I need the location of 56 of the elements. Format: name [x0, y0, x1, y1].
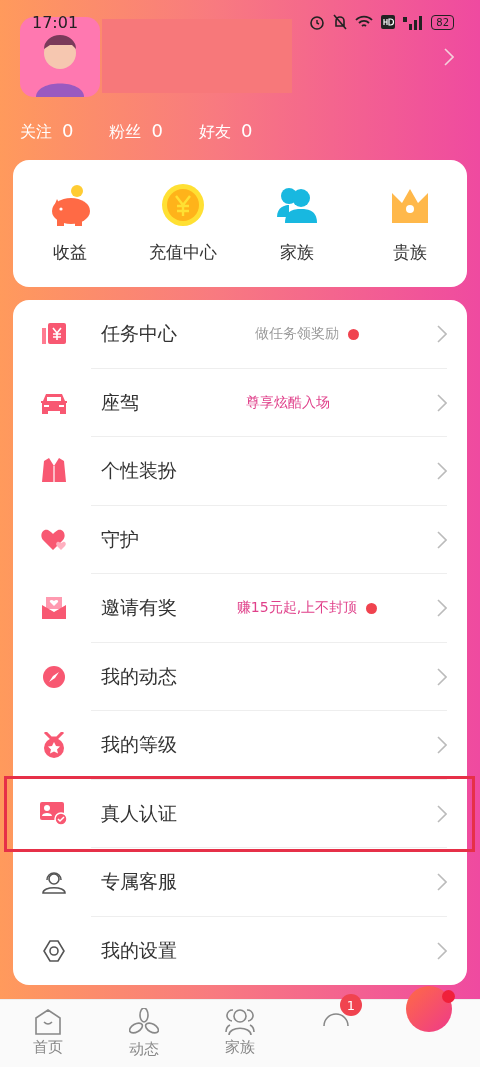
menu-item[interactable]: 真人认证 [101, 800, 177, 827]
muted-bell-icon [333, 14, 348, 30]
headset-person-icon [42, 870, 66, 895]
nav-tab[interactable]: 动态 [129, 1040, 159, 1059]
medal-icon [43, 732, 65, 759]
menu-item[interactable]: 守护 [101, 526, 139, 553]
menu-hint: 赚15元起,上不封顶 [236, 599, 358, 618]
car-icon [41, 391, 67, 414]
chevron-right-icon [437, 736, 447, 755]
chevron-right-icon [437, 941, 447, 960]
people-icon [225, 1008, 255, 1036]
battery-level: 82 [431, 14, 454, 30]
menu-item[interactable]: 我的设置 [101, 937, 177, 964]
chevron-right-icon [437, 530, 447, 549]
signal-icon [403, 14, 424, 30]
unread-badge: 1 [340, 994, 362, 1016]
menu-item[interactable]: 专属客服 [101, 869, 177, 896]
crown-icon [390, 187, 431, 223]
menu-item[interactable]: 个性装扮 [101, 458, 177, 485]
chevron-right-icon [437, 325, 447, 344]
chevron-right-icon [437, 393, 447, 412]
compass-icon [42, 664, 66, 689]
hd-icon [381, 15, 396, 29]
menu-hint: 做任务领奖励 [255, 325, 339, 344]
shortcut-label[interactable]: 贵族 [393, 241, 428, 264]
chevron-right-icon [437, 667, 447, 686]
menu-item[interactable]: 我的动态 [101, 663, 177, 690]
shortcut-label[interactable]: 家族 [279, 241, 314, 264]
chevron-right-icon [437, 599, 447, 618]
chevron-right-icon [437, 804, 447, 823]
yuan-coin-icon [161, 183, 206, 227]
id-card-icon [40, 801, 68, 826]
jacket-icon [42, 458, 66, 485]
yuan-card-icon [42, 322, 66, 347]
menu-item[interactable]: 邀请有奖 [101, 595, 177, 622]
hearts-icon [41, 527, 67, 552]
shortcut-label[interactable]: 充值中心 [149, 241, 218, 264]
people-icon [276, 187, 317, 223]
nav-tab[interactable]: 家族 [225, 1038, 255, 1057]
chevron-right-icon[interactable] [444, 48, 454, 66]
menu-item[interactable]: 我的等级 [101, 732, 177, 759]
wifi-icon [355, 15, 374, 29]
chevron-right-icon [437, 873, 447, 892]
home-icon [34, 1008, 62, 1036]
shortcut-label[interactable]: 收益 [52, 241, 87, 264]
alarm-icon [309, 14, 326, 30]
chevron-right-icon [437, 462, 447, 481]
menu-item[interactable]: 任务中心 [101, 321, 177, 348]
menu-hint: 尊享炫酷入场 [246, 393, 330, 412]
call-button[interactable] [406, 986, 452, 1032]
clock-time: 17:01 [32, 12, 79, 32]
envelope-icon [42, 597, 66, 620]
menu-item[interactable]: 座驾 [101, 389, 139, 416]
avatar[interactable] [20, 17, 100, 97]
nav-tab[interactable]: 首页 [33, 1038, 63, 1057]
settings-icon [42, 938, 66, 963]
